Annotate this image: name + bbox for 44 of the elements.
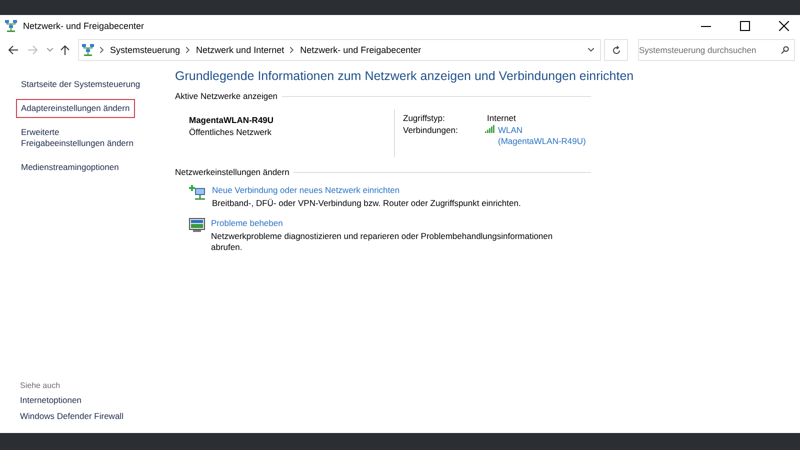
search-icon	[781, 46, 789, 54]
network-icon	[5, 20, 17, 32]
refresh-button[interactable]	[604, 39, 628, 61]
signal-icon	[485, 125, 495, 133]
section-heading: Netzwerkeinstellungen ändern	[175, 167, 290, 177]
breadcrumb[interactable]: Netzwerk und Internet	[196, 45, 284, 55]
chevron-icon	[100, 47, 104, 53]
sidebar-link[interactable]: Medienstreamingoptionen	[16, 158, 124, 177]
network-setup-icon	[189, 185, 206, 201]
caret-icon	[47, 48, 53, 52]
detail-value: Internet	[487, 113, 516, 123]
arrow-right-icon	[28, 45, 38, 55]
maximize-icon	[740, 21, 750, 31]
connection-link[interactable]: WLAN (MagentaWLAN-R49U)	[498, 125, 586, 147]
section-heading: Aktive Netzwerke anzeigen	[175, 91, 278, 101]
breadcrumb[interactable]: Systemsteuerung	[110, 45, 180, 55]
detail-label: Zugriffstyp:	[403, 113, 446, 123]
see-also-heading: Siehe auch	[20, 381, 62, 390]
breadcrumb[interactable]: Netzwerk- und Freigabecenter	[300, 45, 422, 55]
network-icon	[82, 44, 94, 56]
page-title: Grundlegende Informationen zum Netzwerk anzeigen und Verbindungen einrichten	[175, 69, 635, 83]
close-icon	[778, 21, 788, 31]
task-link[interactable]: Neue Verbindung oder neues Netzwerk einrichten	[212, 185, 400, 195]
sidebar-link[interactable]: Erweiterte Freigabeeinstellungen ändern	[16, 123, 147, 153]
task-description: Netzwerkprobleme diagnostizieren und reparieren oder Problembehandlungsinformationen abrufen.	[211, 231, 554, 253]
task-link[interactable]: Probleme beheben	[211, 218, 283, 228]
see-also-link[interactable]: Internetoptionen	[20, 395, 166, 405]
dropdown-icon	[588, 48, 594, 52]
sidebar-link[interactable]: Startseite der Systemsteuerung	[16, 75, 146, 94]
see-also-link[interactable]: Windows Defender Firewall	[20, 411, 166, 421]
window-title: Netzwerk- und Freigabecenter	[23, 21, 146, 31]
refresh-icon	[612, 46, 620, 54]
chevron-icon	[186, 47, 190, 53]
sidebar-link[interactable]: Adaptereinstellungen ändern	[16, 99, 135, 118]
arrow-up-icon	[60, 45, 70, 55]
monitor-icon	[189, 218, 205, 232]
search-field[interactable]: Systemsteuerung durchsuchen	[638, 39, 795, 61]
network-category: Öffentliches Netzwerk	[189, 127, 273, 137]
address-bar[interactable]: Systemsteuerung Netzwerk und Internet Netzwerk- und Freigabecenter	[78, 39, 601, 61]
detail-label: Verbindungen:	[403, 125, 459, 137]
task-description: Breitband-, DFÜ- oder VPN-Verbindung bzw. Router oder Zugriffspunkt einrichten.	[212, 198, 521, 209]
arrow-left-icon	[8, 45, 18, 55]
chevron-icon	[290, 47, 294, 53]
network-name: MagentaWLAN-R49U	[189, 115, 275, 125]
